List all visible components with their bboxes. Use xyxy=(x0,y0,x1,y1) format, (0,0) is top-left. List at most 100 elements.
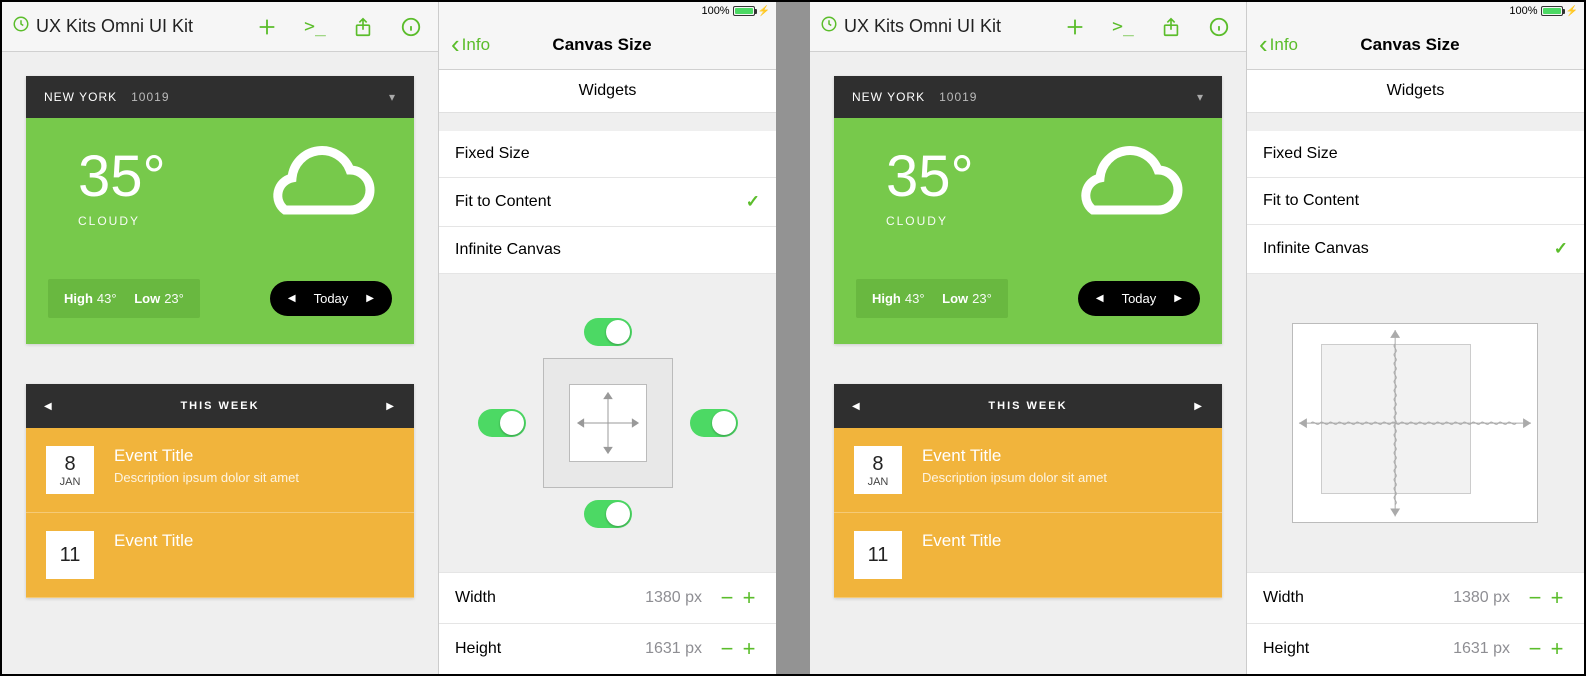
option-fixed-size[interactable]: Fixed Size xyxy=(1247,131,1584,178)
checkmark-icon: ✓ xyxy=(746,192,760,212)
events-title: THIS WEEK xyxy=(54,400,387,412)
height-label: Height xyxy=(455,640,501,658)
event-row[interactable]: 8 JAN Event Title Description ipsum dolo… xyxy=(26,428,414,513)
prev-week-icon[interactable]: ◀ xyxy=(44,401,54,412)
section-header: Widgets xyxy=(439,70,776,113)
weather-zip: 10019 xyxy=(131,90,169,104)
info-icon[interactable] xyxy=(1208,16,1230,38)
canvas[interactable]: NEW YORK 10019 ▾ 35° CLOUDY xyxy=(810,52,1246,674)
today-label: Today xyxy=(314,291,349,306)
option-fit-to-content[interactable]: Fit to Content ✓ xyxy=(439,178,776,227)
status-bar: 100% ⚡ xyxy=(439,2,776,20)
toggle-bottom[interactable] xyxy=(584,500,632,528)
today-selector[interactable]: ◀ Today ▶ xyxy=(1078,281,1200,316)
terminal-icon[interactable]: >_ xyxy=(304,16,326,38)
toggle-top[interactable] xyxy=(584,318,632,346)
event-title: Event Title xyxy=(922,531,1001,551)
hi-lo-badge: High43° Low23° xyxy=(48,279,200,318)
event-row[interactable]: 8 JAN Event Title Description ipsum dolo… xyxy=(834,428,1222,513)
width-row: Width 1380 px − + xyxy=(1247,572,1584,623)
minus-icon[interactable]: − xyxy=(716,585,738,611)
weather-city: NEW YORK xyxy=(852,90,925,104)
status-bar: 100% ⚡ xyxy=(1247,2,1584,20)
event-title: Event Title xyxy=(114,531,193,551)
nav-bar: ‹ Info Canvas Size xyxy=(439,20,776,70)
prev-arrow-icon[interactable]: ◀ xyxy=(288,293,296,304)
weather-city: NEW YORK xyxy=(44,90,117,104)
minus-icon[interactable]: − xyxy=(1524,636,1546,662)
date-badge: 8 JAN xyxy=(854,446,902,494)
minus-icon[interactable]: − xyxy=(1524,585,1546,611)
toolbar: UX Kits Omni UI Kit >_ xyxy=(810,2,1246,52)
weather-condition: CLOUDY xyxy=(886,214,974,228)
event-desc: Description ipsum dolor sit amet xyxy=(114,470,299,485)
next-week-icon[interactable]: ▶ xyxy=(1194,401,1204,412)
info-icon[interactable] xyxy=(400,16,422,38)
event-row[interactable]: 11 Event Title xyxy=(834,513,1222,598)
events-widget[interactable]: ◀ THIS WEEK ▶ 8 JAN Event Title Descript… xyxy=(26,384,414,598)
fit-direction-control xyxy=(467,312,749,534)
weather-widget[interactable]: NEW YORK 10019 ▾ 35° CLOUDY xyxy=(26,76,414,344)
terminal-icon[interactable]: >_ xyxy=(1112,16,1134,38)
next-arrow-icon[interactable]: ▶ xyxy=(1174,293,1182,304)
section-header: Widgets xyxy=(1247,70,1584,113)
weather-zip: 10019 xyxy=(939,90,977,104)
plus-icon[interactable]: + xyxy=(1546,585,1568,611)
event-title: Event Title xyxy=(922,446,1107,466)
canvas[interactable]: NEW YORK 10019 ▾ 35° CLOUDY xyxy=(2,52,438,674)
plus-icon[interactable]: + xyxy=(738,636,760,662)
toggle-right[interactable] xyxy=(690,409,738,437)
minus-icon[interactable]: − xyxy=(716,636,738,662)
page-title: Canvas Size xyxy=(1248,35,1572,55)
battery-pct: 100% xyxy=(701,5,729,17)
height-value: 1631 px xyxy=(645,640,702,658)
width-row: Width 1380 px − + xyxy=(439,572,776,623)
page-title: Canvas Size xyxy=(440,35,764,55)
direction-preview xyxy=(543,358,673,488)
document-icon xyxy=(12,15,30,38)
width-label: Width xyxy=(455,589,496,607)
document-title: UX Kits Omni UI Kit xyxy=(30,16,256,37)
add-icon[interactable] xyxy=(256,16,278,38)
prev-week-icon[interactable]: ◀ xyxy=(852,401,862,412)
height-row: Height 1631 px − + xyxy=(439,623,776,674)
option-infinite-canvas[interactable]: Infinite Canvas ✓ xyxy=(1247,225,1584,274)
today-selector[interactable]: ◀ Today ▶ xyxy=(270,281,392,316)
nav-bar: ‹ Info Canvas Size xyxy=(1247,20,1584,70)
share-icon[interactable] xyxy=(1160,16,1182,38)
event-row[interactable]: 11 Event Title xyxy=(26,513,414,598)
event-desc: Description ipsum dolor sit amet xyxy=(922,470,1107,485)
plus-icon[interactable]: + xyxy=(1546,636,1568,662)
toggle-left[interactable] xyxy=(478,409,526,437)
option-fit-to-content[interactable]: Fit to Content xyxy=(1247,178,1584,225)
date-badge: 11 xyxy=(46,531,94,579)
height-label: Height xyxy=(1263,640,1309,658)
width-label: Width xyxy=(1263,589,1304,607)
chevron-down-icon[interactable]: ▾ xyxy=(389,90,396,104)
height-row: Height 1631 px − + xyxy=(1247,623,1584,674)
share-icon[interactable] xyxy=(352,16,374,38)
battery-pct: 100% xyxy=(1509,5,1537,17)
option-fixed-size[interactable]: Fixed Size xyxy=(439,131,776,178)
weather-condition: CLOUDY xyxy=(78,214,166,228)
infinite-canvas-preview xyxy=(1292,323,1538,523)
document-icon xyxy=(820,15,838,38)
today-label: Today xyxy=(1122,291,1157,306)
weather-header[interactable]: NEW YORK 10019 ▾ xyxy=(834,76,1222,118)
prev-arrow-icon[interactable]: ◀ xyxy=(1096,293,1104,304)
add-icon[interactable] xyxy=(1064,16,1086,38)
event-title: Event Title xyxy=(114,446,299,466)
toolbar: UX Kits Omni UI Kit >_ xyxy=(2,2,438,52)
next-week-icon[interactable]: ▶ xyxy=(386,401,396,412)
next-arrow-icon[interactable]: ▶ xyxy=(366,293,374,304)
chevron-down-icon[interactable]: ▾ xyxy=(1197,90,1204,104)
charging-icon: ⚡ xyxy=(1566,6,1578,17)
plus-icon[interactable]: + xyxy=(738,585,760,611)
weather-temp: 35° xyxy=(78,148,166,206)
battery-icon xyxy=(1541,6,1563,16)
events-widget[interactable]: ◀ THIS WEEK ▶ 8 JAN Event Title Descript… xyxy=(834,384,1222,598)
weather-widget[interactable]: NEW YORK 10019 ▾ 35° CLOUDY xyxy=(834,76,1222,344)
weather-header[interactable]: NEW YORK 10019 ▾ xyxy=(26,76,414,118)
width-value: 1380 px xyxy=(645,589,702,607)
option-infinite-canvas[interactable]: Infinite Canvas xyxy=(439,227,776,274)
